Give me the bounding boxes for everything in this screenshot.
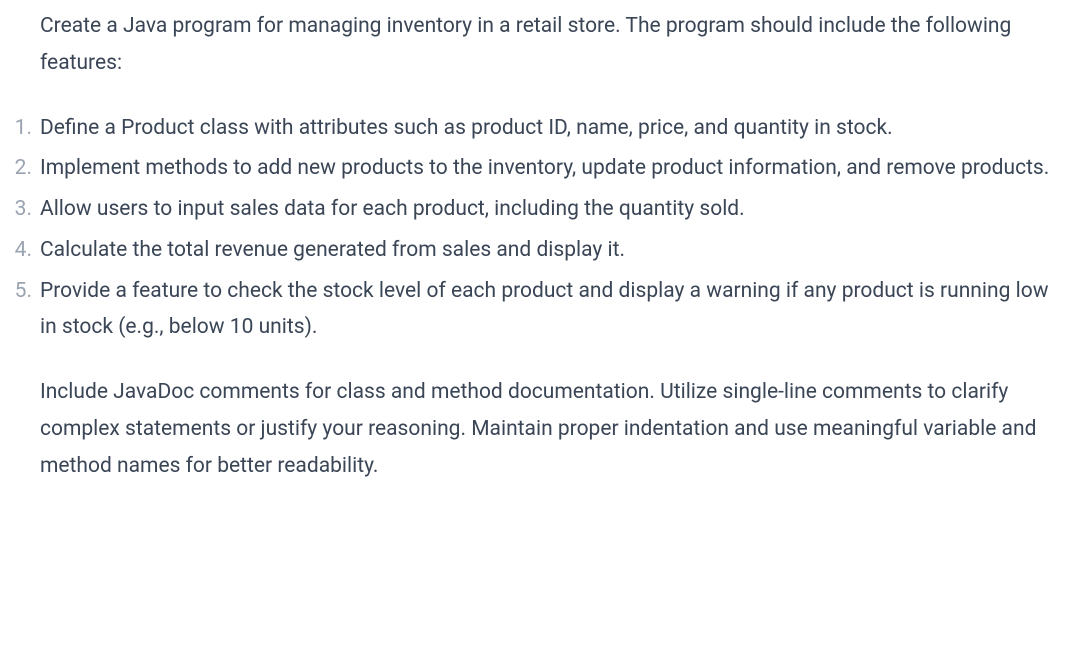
list-item: Allow users to input sales data for each… — [4, 191, 1076, 228]
list-item: Implement methods to add new products to… — [4, 150, 1076, 187]
intro-paragraph: Create a Java program for managing inven… — [4, 8, 1076, 82]
list-item: Define a Product class with attributes s… — [4, 110, 1076, 147]
feature-list: Define a Product class with attributes s… — [4, 110, 1076, 347]
list-item: Calculate the total revenue generated fr… — [4, 232, 1076, 269]
list-item: Provide a feature to check the stock lev… — [4, 273, 1076, 347]
outro-paragraph: Include JavaDoc comments for class and m… — [4, 374, 1076, 484]
